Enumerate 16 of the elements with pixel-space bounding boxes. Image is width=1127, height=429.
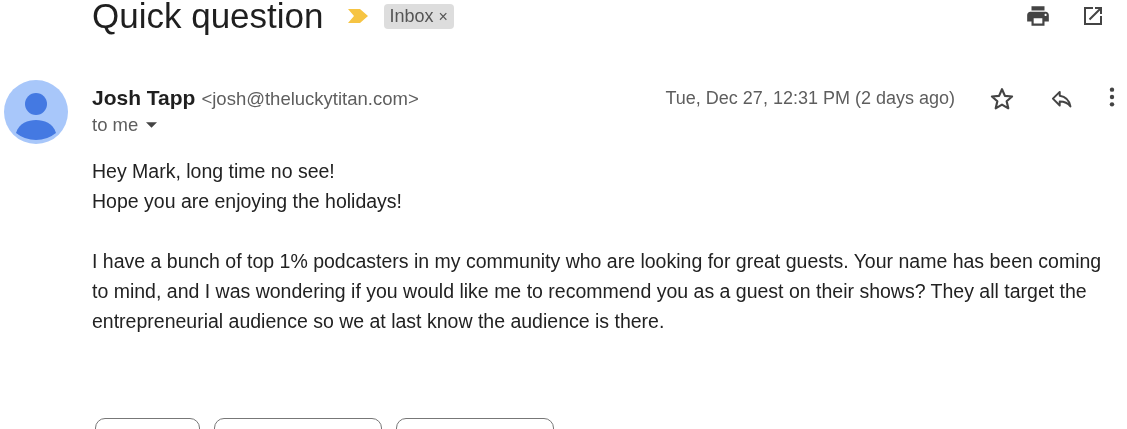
avatar-icon <box>4 80 68 144</box>
importance-marker-icon[interactable] <box>347 9 368 23</box>
message-date: Tue, Dec 27, 12:31 PM (2 days ago) <box>665 88 955 109</box>
sender-email: <josh@theluckytitan.com> <box>201 88 419 110</box>
inbox-label: Inbox × <box>383 3 454 29</box>
open-in-new-window-icon[interactable] <box>1081 4 1105 28</box>
print-icon[interactable] <box>1025 3 1051 29</box>
message-text: I have a bunch of top 1% podcasters in my community who are looking for great guests. Your name has been coming to mind, and I was wondering if you would like me to recommend you as a guest on their shows? They all target the entrepreneurial audience so we at last know the audience is there. <box>92 249 1103 334</box>
remove-label-button[interactable]: × <box>438 7 448 25</box>
recipient-dropdown[interactable]: to me <box>92 114 158 136</box>
sender-name: Josh Tapp <box>92 86 196 110</box>
caret-icon <box>146 122 158 128</box>
more-options-icon[interactable] <box>1109 86 1115 108</box>
message-text: Hope you are enjoying the holidays! <box>92 189 404 214</box>
message-text: Hey Mark, long time no see! <box>92 159 336 184</box>
star-icon[interactable] <box>989 86 1015 112</box>
